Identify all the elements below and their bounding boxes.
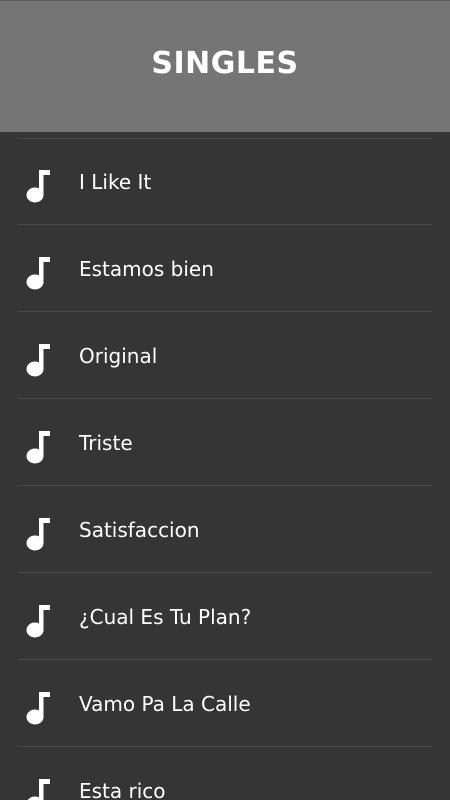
song-item-vamo-pa-la-calle[interactable]: Vamo Pa La Calle <box>0 660 450 747</box>
song-item-i-like-it[interactable]: I Like It <box>0 138 450 225</box>
song-item-original[interactable]: Original <box>0 312 450 399</box>
song-item-estamos-bien[interactable]: Estamos bien <box>0 225 450 312</box>
music-note-icon <box>26 431 50 464</box>
song-title: Esta rico <box>79 779 166 800</box>
song-item-esta-rico[interactable]: Esta rico <box>0 747 450 800</box>
music-note-icon <box>27 779 50 800</box>
music-note-icon <box>26 518 50 551</box>
songs-list: I Like It Estamos bien Original Triste S… <box>0 132 450 800</box>
music-note-icon <box>26 692 50 725</box>
song-title: Satisfaccion <box>79 518 200 542</box>
song-item-satisfaccion[interactable]: Satisfaccion <box>0 486 450 573</box>
song-item-cual-es-tu-plan[interactable]: ¿Cual Es Tu Plan? <box>0 573 450 660</box>
song-title: ¿Cual Es Tu Plan? <box>79 605 252 629</box>
song-item-triste[interactable]: Triste <box>0 399 450 486</box>
page-title: SINGLES <box>151 46 299 81</box>
app-header: SINGLES <box>0 0 450 132</box>
song-title: Estamos bien <box>79 257 214 281</box>
music-note-icon <box>26 344 50 377</box>
song-title: Vamo Pa La Calle <box>79 692 251 716</box>
song-title: I Like It <box>79 170 152 194</box>
music-note-icon <box>26 170 50 203</box>
music-note-icon <box>26 605 50 638</box>
song-title: Original <box>79 344 158 368</box>
music-note-icon <box>26 257 50 290</box>
song-title: Triste <box>79 431 133 455</box>
